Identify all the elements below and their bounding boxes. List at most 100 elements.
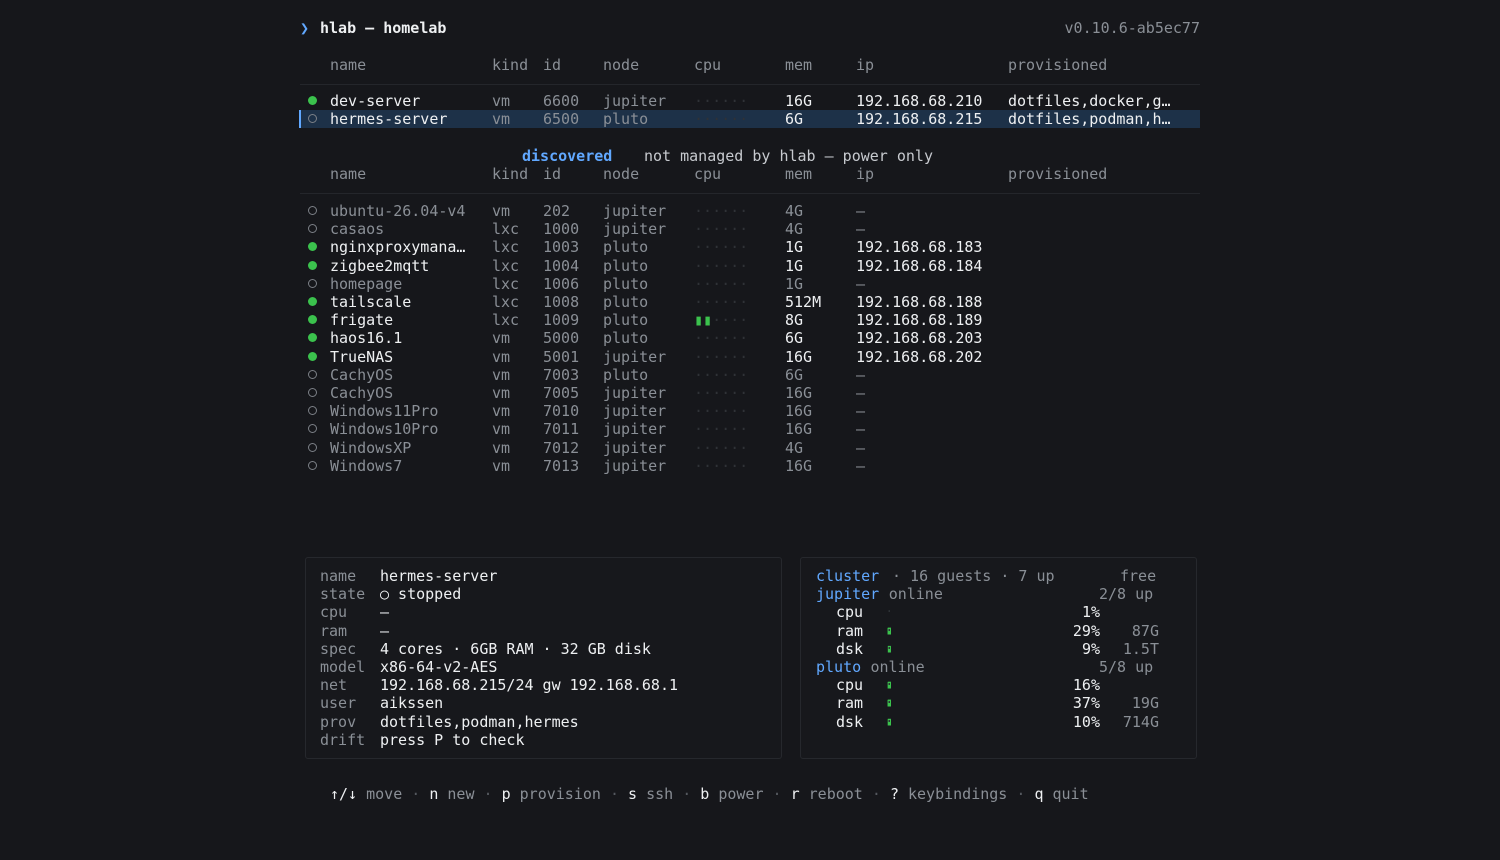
cpu-bar-off: · bbox=[703, 293, 713, 311]
discovered-row[interactable]: ubuntu-26.04-v4 vm 202 jupiter 4G — ······ bbox=[300, 202, 1200, 220]
cpu-bar-off: · bbox=[694, 256, 704, 275]
keybinding-desc: keybindings bbox=[908, 785, 1008, 803]
status-cell bbox=[308, 420, 322, 438]
discovered-row[interactable]: tailscale lxc 1008 pluto 512M 192.168.68.188 ·… bbox=[300, 293, 1200, 311]
guest-name: hermes-server bbox=[330, 110, 448, 129]
stopped-status-icon bbox=[308, 406, 317, 416]
guest-provisioned: dotfiles,podman,h… bbox=[1008, 110, 1171, 129]
cluster-label: cluster bbox=[816, 567, 880, 585]
detail-panel: name hermes-server state ○ stopped cpu — ram — s… bbox=[305, 557, 782, 759]
cpu-bar-off: · bbox=[712, 438, 722, 457]
cpu-bar-off: · bbox=[703, 420, 713, 439]
cpu-bar-off: · bbox=[712, 293, 722, 311]
guest-kind: vm bbox=[492, 110, 511, 129]
keybinding-provision[interactable]: p provision bbox=[502, 785, 601, 803]
keybinding-power[interactable]: b power bbox=[700, 785, 763, 803]
managed-row[interactable]: dev-server vm 6600 jupiter 16G 192.168.68.210… bbox=[300, 92, 1200, 110]
app-title: hlab — homelab bbox=[320, 19, 447, 37]
cpu-bar-off: · bbox=[739, 365, 749, 384]
discovered-row[interactable]: homepage lxc 1006 pluto 1G — ······ bbox=[300, 275, 1200, 293]
cpu-bar-off: · bbox=[730, 274, 740, 293]
managed-row[interactable]: hermes-server vm 6500 pluto 6G 192.168.68.215… bbox=[299, 110, 1200, 129]
status-cell bbox=[308, 329, 322, 347]
detail-value: — bbox=[380, 603, 390, 622]
cpu-bar-off: · bbox=[712, 220, 722, 239]
cpu-bar-off: · bbox=[712, 420, 722, 439]
cpu-bar-off: · bbox=[721, 92, 731, 110]
discovered-table-header: name kind id node cpu mem ip provisioned bbox=[300, 165, 1200, 183]
guest-mem: 8G bbox=[785, 311, 804, 330]
guest-node: jupiter bbox=[603, 420, 667, 439]
cpu-bar-off: · bbox=[712, 456, 722, 475]
discovered-row[interactable]: frigate lxc 1009 pluto 8G 192.168.68.189 ▮▮···… bbox=[300, 311, 1200, 329]
guest-node: jupiter bbox=[603, 456, 667, 475]
guest-kind: lxc bbox=[492, 256, 520, 275]
guest-node: pluto bbox=[603, 274, 649, 293]
running-status-icon bbox=[308, 333, 317, 343]
guest-kind: vm bbox=[492, 92, 511, 110]
guest-node: jupiter bbox=[603, 202, 667, 220]
discovered-row[interactable]: CachyOS vm 7005 jupiter 16G — ······ bbox=[300, 384, 1200, 402]
cpu-bar-off: · bbox=[703, 202, 713, 220]
cpu-bar-off: · bbox=[730, 402, 740, 421]
node-state: online bbox=[888, 585, 943, 604]
cpu-bar-off: · bbox=[730, 293, 740, 311]
stopped-status-icon bbox=[308, 424, 317, 434]
cpu-bar-off: · bbox=[694, 274, 704, 293]
guest-node: jupiter bbox=[603, 220, 667, 239]
node-state: online bbox=[870, 658, 925, 676]
keybinding-ssh[interactable]: s ssh bbox=[628, 785, 673, 803]
cpu-bar-off: · bbox=[703, 438, 713, 457]
cpu-bar-off: · bbox=[721, 365, 731, 384]
keybinding-new[interactable]: n new bbox=[429, 785, 474, 803]
status-cell bbox=[308, 366, 322, 384]
guest-ip: 192.168.68.184 bbox=[856, 256, 983, 275]
keybinding-move[interactable]: ↑/↓ move bbox=[330, 785, 402, 803]
detail-value: — bbox=[380, 621, 390, 640]
cluster-panel: cluster · 16 guests · 7 up free jupiter onli… bbox=[800, 557, 1197, 759]
node-name: pluto bbox=[816, 658, 862, 676]
guest-ip: 192.168.68.189 bbox=[856, 311, 983, 330]
keybinding-reboot[interactable]: r reboot bbox=[791, 785, 863, 803]
cpu-bar-off: · bbox=[703, 365, 713, 384]
discovered-row[interactable]: zigbee2mqtt lxc 1004 pluto 1G 192.168.68.184 ·… bbox=[300, 257, 1200, 275]
discovered-row[interactable]: Windows10Pro vm 7011 jupiter 16G — ······ bbox=[300, 420, 1200, 438]
keybinding-quit[interactable]: q quit bbox=[1034, 785, 1088, 803]
cpu-bar-off: · bbox=[694, 384, 704, 402]
discovered-row[interactable]: nginxproxymana… lxc 1003 pluto 1G 192.168.68.… bbox=[300, 238, 1200, 256]
cpu-bar-off: · bbox=[694, 402, 704, 421]
discovered-row[interactable]: haos16.1 vm 5000 pluto 6G 192.168.68.203 ·····… bbox=[300, 329, 1200, 347]
cpu-bar-off: · bbox=[730, 311, 740, 330]
cpu-bar-off: · bbox=[739, 438, 749, 457]
status-cell bbox=[308, 275, 322, 293]
cpu-bar-off: · bbox=[721, 238, 731, 257]
keybinding-keybindings[interactable]: ? keybindings bbox=[890, 785, 1007, 803]
keybinding-space bbox=[511, 785, 520, 803]
detail-key: net bbox=[320, 676, 348, 695]
managed-divider bbox=[300, 84, 1200, 85]
cpu-bar-off: · bbox=[721, 456, 731, 475]
cpu-bar-off: · bbox=[730, 384, 740, 402]
discovered-row[interactable]: WindowsXP vm 7012 jupiter 4G — ······ bbox=[300, 439, 1200, 457]
guest-ip: — bbox=[856, 220, 866, 239]
cluster-line: dsk ▮ · · · · · · · · · · · · · · · 9% 1.5T bbox=[801, 640, 1171, 658]
discovered-row[interactable]: TrueNAS vm 5001 jupiter 16G 192.168.68.202 ···… bbox=[300, 348, 1200, 366]
discovered-row[interactable]: casaos lxc 1000 jupiter 4G — ······ bbox=[300, 220, 1200, 238]
cpu-bar-off: · bbox=[712, 402, 722, 421]
guest-id: 7010 bbox=[543, 402, 580, 421]
guest-name: Windows7 bbox=[330, 456, 403, 475]
discovered-row[interactable]: CachyOS vm 7003 pluto 6G — ······ bbox=[300, 366, 1200, 384]
footer-separator: · bbox=[673, 785, 701, 803]
guest-kind: lxc bbox=[492, 311, 520, 330]
bar-segment-off: · bbox=[886, 678, 893, 692]
discovered-row[interactable]: Windows11Pro vm 7010 jupiter 16G — ······ bbox=[300, 402, 1200, 420]
footer-separator: · bbox=[862, 785, 890, 803]
stopped-status-icon bbox=[308, 224, 317, 234]
discovered-row[interactable]: Windows7 vm 7013 jupiter 16G — ······ bbox=[300, 457, 1200, 475]
guest-kind: vm bbox=[492, 438, 511, 457]
running-status-icon bbox=[308, 297, 317, 306]
guest-name: homepage bbox=[330, 274, 403, 293]
running-status-icon bbox=[308, 315, 317, 325]
cpu-bar-off: · bbox=[712, 110, 722, 129]
cpu-bar-off: · bbox=[703, 274, 713, 293]
